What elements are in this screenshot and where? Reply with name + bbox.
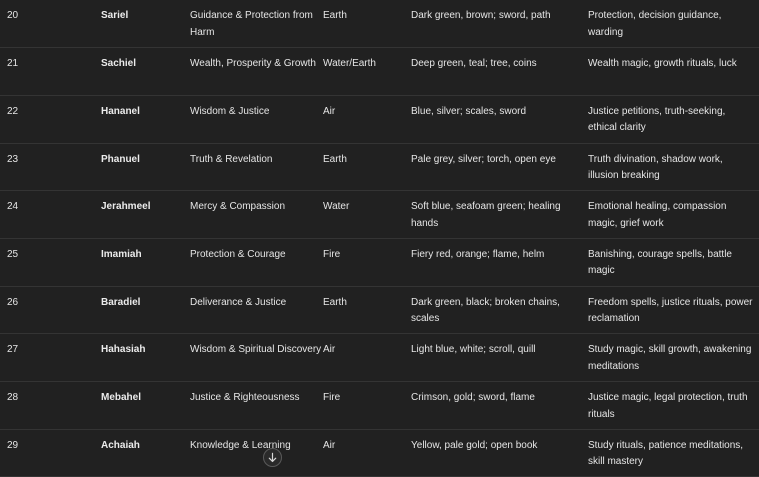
cell-name: Hananel <box>101 105 140 117</box>
table-row: 27 Hahasiah Wisdom & Spiritual Discovery… <box>0 334 759 382</box>
cell-domain: Knowledge & Learning <box>190 439 291 451</box>
cell-name: Hahasiah <box>101 344 146 356</box>
table-row: 20 Sariel Guidance & Protection from Har… <box>0 0 759 48</box>
cell-magical-uses: Protection, decision guidance, warding <box>588 10 722 38</box>
cell-domain: Wisdom & Justice <box>190 105 270 117</box>
cell-domain: Mercy & Compassion <box>190 201 286 213</box>
cell-domain: Guidance & Protection from Harm <box>190 10 313 38</box>
cell-number: 21 <box>7 58 19 70</box>
cell-name: Sachiel <box>101 58 137 70</box>
cell-domain: Protection & Courage <box>190 248 286 260</box>
cell-colors-symbols: Pale grey, silver; torch, open eye <box>411 153 556 165</box>
cell-domain: Justice & Righteousness <box>190 392 300 403</box>
cell-domain: Wealth, Prosperity & Growth <box>190 58 316 70</box>
cell-colors-symbols: Fiery red, orange; flame, helm <box>411 248 545 260</box>
cell-colors-symbols: Dark green, brown; sword, path <box>411 10 551 21</box>
cell-domain: Wisdom & Spiritual Discovery <box>190 344 322 356</box>
cell-element: Earth <box>323 296 347 308</box>
cell-magical-uses: Banishing, courage spells, battle magic <box>588 248 732 277</box>
cell-element: Water/Earth <box>323 58 376 70</box>
cell-name: Achaiah <box>101 439 140 451</box>
table-row: 22 Hananel Wisdom & Justice Air Blue, si… <box>0 95 759 144</box>
table-row: 25 Imamiah Protection & Courage Fire Fie… <box>0 238 759 287</box>
cell-element: Air <box>323 344 336 356</box>
cell-colors-symbols: Yellow, pale gold; open book <box>411 439 538 451</box>
cell-magical-uses: Study magic, skill growth, awakening med… <box>588 344 752 372</box>
cell-number: 27 <box>7 344 19 356</box>
angel-table-container: 20 Sariel Guidance & Protection from Har… <box>0 0 759 477</box>
cell-element: Air <box>323 105 336 117</box>
cell-magical-uses: Emotional healing, compassion magic, gri… <box>588 201 727 229</box>
table-body: 20 Sariel Guidance & Protection from Har… <box>0 0 759 477</box>
cell-element: Fire <box>323 248 341 260</box>
cell-element: Air <box>323 439 336 451</box>
cell-magical-uses: Freedom spells, justice rituals, power r… <box>588 296 753 325</box>
cell-colors-symbols: Blue, silver; scales, sword <box>411 105 527 117</box>
scroll-to-bottom-button[interactable] <box>263 448 282 467</box>
cell-colors-symbols: Soft blue, seafoam green; healing hands <box>411 201 561 229</box>
cell-name: Phanuel <box>101 153 140 165</box>
cell-element: Water <box>323 201 350 213</box>
cell-number: 29 <box>7 439 19 451</box>
cell-number: 23 <box>7 153 19 165</box>
cell-magical-uses: Justice petitions, truth-seeking, ethica… <box>588 105 726 134</box>
arrow-down-icon <box>268 452 277 463</box>
table-row: 26 Baradiel Deliverance & Justice Earth … <box>0 286 759 334</box>
cell-element: Earth <box>323 153 347 165</box>
cell-magical-uses: Wealth magic, growth rituals, luck <box>588 58 737 70</box>
cell-number: 20 <box>7 10 19 21</box>
table-row: 21 Sachiel Wealth, Prosperity & Growth W… <box>0 48 759 96</box>
table-row: 29 Achaiah Knowledge & Learning Air Yell… <box>0 429 759 477</box>
table-row: 28 Mebahel Justice & Righteousness Fire … <box>0 382 759 430</box>
cell-magical-uses: Justice magic, legal protection, truth r… <box>588 392 748 420</box>
cell-name: Sariel <box>101 10 129 21</box>
cell-name: Mebahel <box>101 392 142 403</box>
angel-table: 20 Sariel Guidance & Protection from Har… <box>0 0 759 477</box>
cell-colors-symbols: Dark green, black; broken chains, scales <box>411 296 560 325</box>
cell-name: Jerahmeel <box>101 201 151 213</box>
cell-name: Imamiah <box>101 248 142 260</box>
cell-colors-symbols: Light blue, white; scroll, quill <box>411 344 536 356</box>
cell-magical-uses: Truth divination, shadow work, illusion … <box>588 153 723 182</box>
cell-number: 26 <box>7 296 19 308</box>
cell-number: 22 <box>7 105 19 117</box>
cell-colors-symbols: Deep green, teal; tree, coins <box>411 58 537 70</box>
cell-name: Baradiel <box>101 296 141 308</box>
cell-domain: Deliverance & Justice <box>190 296 287 308</box>
cell-colors-symbols: Crimson, gold; sword, flame <box>411 392 535 403</box>
cell-number: 25 <box>7 248 19 260</box>
table-row: 24 Jerahmeel Mercy & Compassion Water So… <box>0 191 759 239</box>
cell-element: Earth <box>323 10 347 21</box>
cell-number: 28 <box>7 392 19 403</box>
cell-domain: Truth & Revelation <box>190 153 273 165</box>
cell-number: 24 <box>7 201 19 213</box>
cell-magical-uses: Study rituals, patience meditations, ski… <box>588 439 744 468</box>
cell-element: Fire <box>323 392 341 403</box>
table-row: 23 Phanuel Truth & Revelation Earth Pale… <box>0 143 759 191</box>
